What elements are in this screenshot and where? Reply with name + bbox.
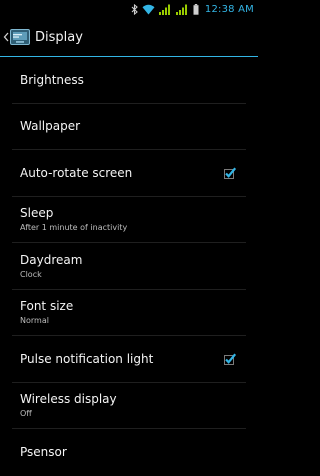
- status-clock: 12:38 AM: [204, 3, 254, 15]
- setting-wallpaper[interactable]: Wallpaper: [0, 104, 258, 151]
- bluetooth-icon: [131, 3, 138, 15]
- setting-label: Pulse notification light: [20, 351, 154, 366]
- pulse-notification-checkbox[interactable]: [224, 353, 236, 366]
- setting-auto-rotate-screen[interactable]: Auto-rotate screen: [0, 150, 258, 197]
- setting-psensor[interactable]: Psensor: [0, 429, 258, 476]
- setting-label: Psensor: [20, 444, 67, 459]
- setting-summary: After 1 minute of inactivity: [20, 223, 128, 233]
- settings-list: Brightness Wallpaper Auto-rotate screen …: [0, 57, 258, 476]
- setting-font-size[interactable]: Font size Normal: [0, 290, 258, 337]
- signal-icon: [158, 4, 170, 15]
- setting-wireless-display[interactable]: Wireless display Off: [0, 383, 258, 430]
- status-bar: 12:38 AM: [0, 0, 258, 18]
- setting-pulse-notification-light[interactable]: Pulse notification light: [0, 336, 258, 383]
- setting-label: Sleep: [20, 206, 54, 221]
- setting-label: Daydream: [20, 252, 83, 267]
- battery-icon: [193, 3, 199, 15]
- chevron-left-icon: [3, 32, 9, 42]
- setting-daydream[interactable]: Daydream Clock: [0, 243, 258, 290]
- setting-summary: Normal: [20, 316, 49, 326]
- signal-icon: [175, 4, 187, 15]
- page-title: Display: [35, 29, 83, 45]
- setting-label: Brightness: [20, 72, 84, 87]
- up-button[interactable]: [2, 29, 10, 45]
- setting-sleep[interactable]: Sleep After 1 minute of inactivity: [0, 197, 258, 244]
- setting-summary: Off: [20, 409, 32, 419]
- setting-brightness[interactable]: Brightness: [0, 57, 258, 104]
- wifi-icon: [142, 4, 155, 14]
- setting-summary: Clock: [20, 269, 42, 279]
- setting-label: Wallpaper: [20, 119, 81, 134]
- action-bar: Display: [0, 18, 258, 56]
- setting-label: Auto-rotate screen: [20, 165, 133, 180]
- setting-label: Font size: [20, 299, 74, 314]
- setting-label: Wireless display: [20, 392, 117, 407]
- display-settings-icon[interactable]: [10, 29, 30, 45]
- auto-rotate-checkbox[interactable]: [224, 167, 236, 180]
